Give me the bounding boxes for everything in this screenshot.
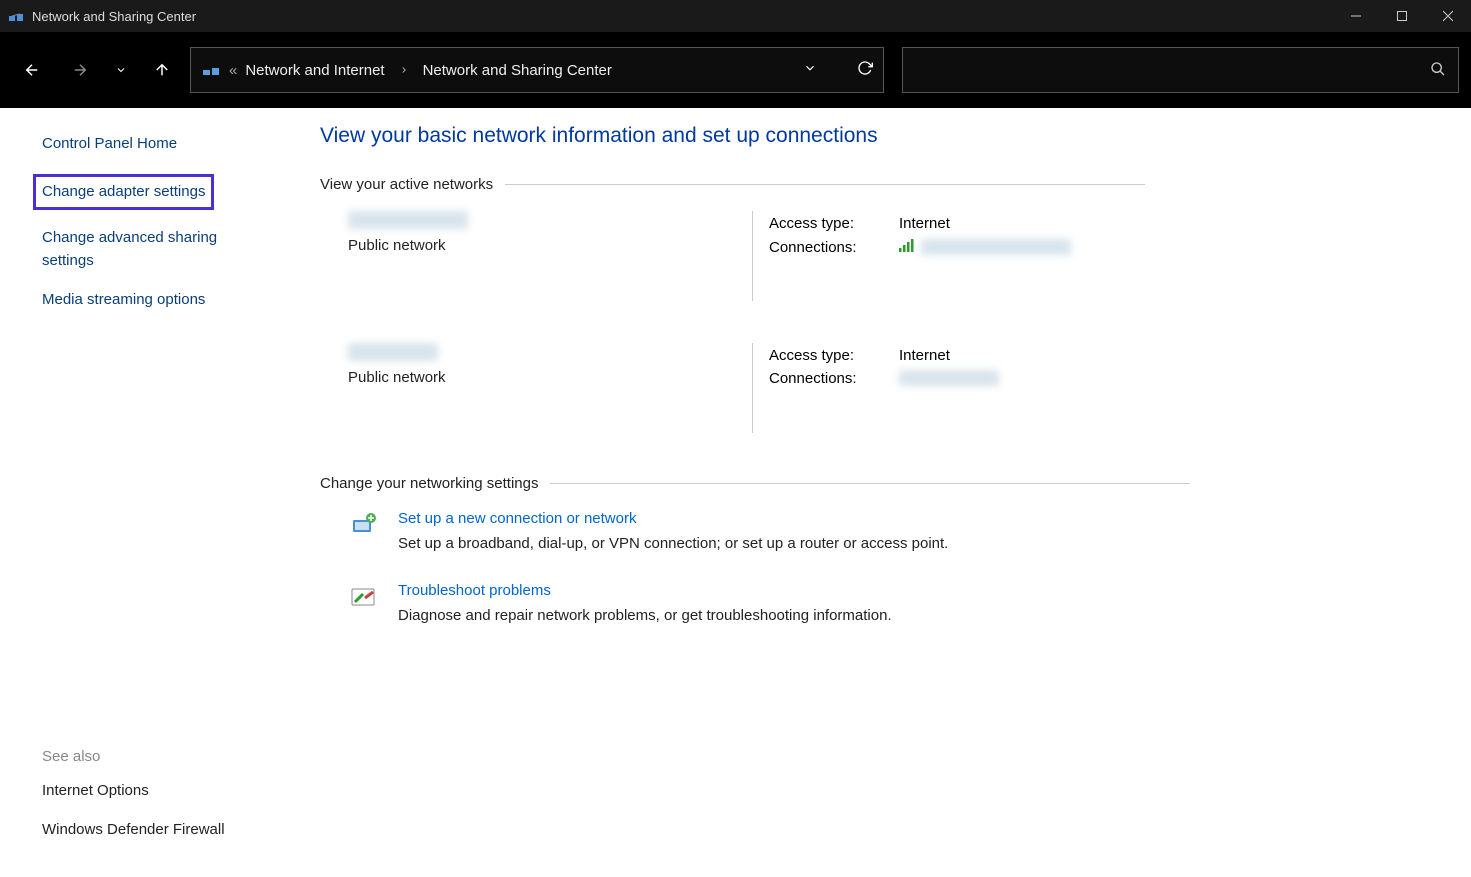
search-box[interactable] (902, 47, 1459, 93)
navbar: « Network and Internet Network and Shari… (0, 32, 1471, 108)
back-button[interactable] (12, 50, 52, 90)
access-type-value: Internet (899, 215, 950, 232)
search-icon[interactable] (1430, 61, 1446, 80)
access-type-value: Internet (899, 347, 950, 364)
main-content: View your basic network information and … (288, 108, 1471, 877)
breadcrumb-network-sharing-center[interactable]: Network and Sharing Center (423, 62, 612, 79)
troubleshoot-link[interactable]: Troubleshoot problems (398, 582, 892, 599)
window-title: Network and Sharing Center (32, 9, 196, 24)
minimize-button[interactable] (1333, 0, 1379, 32)
setup-connection-icon (348, 510, 380, 542)
up-button[interactable] (142, 50, 182, 90)
addr-laquo: « (229, 62, 237, 79)
sidebar-change-advanced-sharing[interactable]: Change advanced sharing settings (42, 226, 268, 273)
network-name-redacted: █████ (348, 343, 438, 361)
troubleshoot-desc: Diagnose and repair network problems, or… (398, 607, 892, 624)
setup-connection-link[interactable]: Set up a new connection or network (398, 510, 948, 527)
recent-dropdown[interactable] (108, 50, 134, 90)
page-title: View your basic network information and … (320, 124, 1431, 148)
maximize-button[interactable] (1379, 0, 1425, 32)
breadcrumb-network-internet[interactable]: Network and Internet (245, 62, 384, 79)
troubleshoot-icon (348, 582, 380, 614)
titlebar: Network and Sharing Center (0, 0, 1471, 32)
address-dropdown-icon[interactable] (803, 61, 817, 79)
close-button[interactable] (1425, 0, 1471, 32)
network-type: Public network (348, 369, 752, 386)
active-networks-header: View your active networks (320, 176, 1431, 193)
sidebar-defender-firewall[interactable]: Windows Defender Firewall (42, 818, 268, 841)
forward-button[interactable] (60, 50, 100, 90)
sidebar-media-streaming[interactable]: Media streaming options (42, 288, 268, 311)
setup-connection-desc: Set up a broadband, dial-up, or VPN conn… (398, 535, 948, 552)
see-also-header: See also (42, 748, 268, 765)
network-name-redacted: ████████ (348, 211, 468, 229)
access-type-label: Access type: (769, 215, 899, 232)
sidebar: Control Panel Home Change adapter settin… (0, 108, 288, 877)
search-input[interactable] (915, 62, 1430, 79)
network-type: Public network (348, 237, 752, 254)
network-entry: █████ Public network Access type: Intern… (320, 343, 1431, 433)
access-type-label: Access type: (769, 347, 899, 364)
sidebar-change-adapter-settings[interactable]: Change adapter settings (33, 174, 214, 209)
setup-connection-item: Set up a new connection or network Set u… (320, 510, 1431, 552)
sidebar-internet-options[interactable]: Internet Options (42, 779, 268, 802)
wifi-signal-icon (899, 238, 915, 256)
troubleshoot-item: Troubleshoot problems Diagnose and repai… (320, 582, 1431, 624)
sidebar-control-panel-home[interactable]: Control Panel Home (42, 132, 268, 155)
network-location-icon (201, 60, 221, 80)
address-bar[interactable]: « Network and Internet Network and Shari… (190, 47, 884, 93)
connection-name-redacted[interactable]: ██████ (899, 370, 999, 386)
app-icon (8, 8, 24, 24)
network-entry: ████████ Public network Access type: Int… (320, 211, 1431, 301)
change-settings-header: Change your networking settings (320, 475, 1431, 492)
refresh-button[interactable] (857, 60, 873, 80)
connection-name-redacted[interactable]: ████████ (921, 239, 1071, 255)
connections-label: Connections: (769, 239, 899, 256)
connections-label: Connections: (769, 370, 899, 387)
chevron-right-icon (399, 62, 409, 79)
